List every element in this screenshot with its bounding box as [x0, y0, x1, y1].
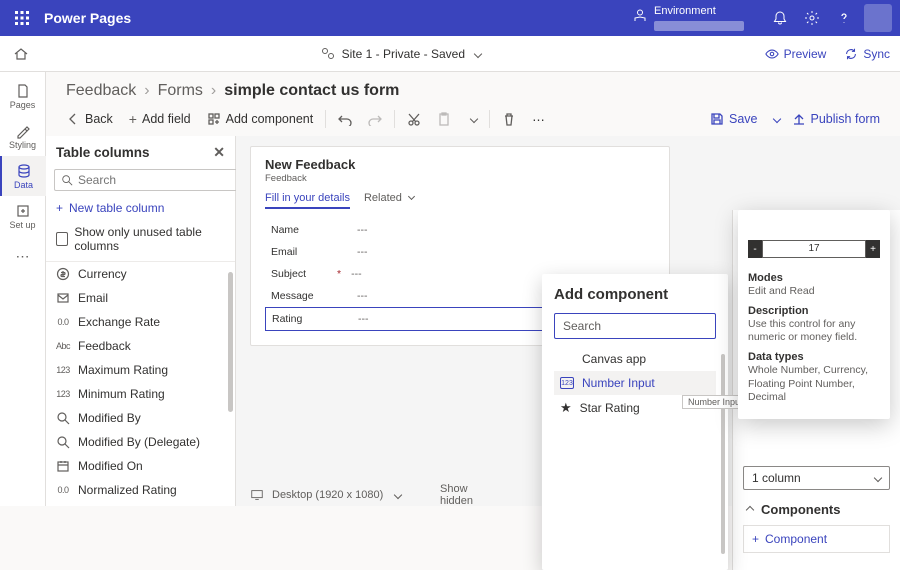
number-input-icon: 123 — [560, 377, 574, 389]
chevron-down-icon[interactable] — [394, 491, 402, 499]
rail-setup[interactable]: Set up — [0, 196, 46, 236]
cut-button[interactable] — [407, 112, 421, 126]
overflow-menu[interactable]: ⋯ — [532, 112, 545, 127]
crumb-feedback[interactable]: Feedback — [66, 82, 136, 100]
environment-picker[interactable]: Environment — [632, 5, 744, 30]
datatypes-value: Whole Number, Currency, Floating Point N… — [748, 364, 880, 405]
checkbox-icon[interactable] — [56, 232, 68, 246]
save-button[interactable]: Save — [710, 112, 758, 126]
paste-menu[interactable] — [467, 116, 477, 122]
chevron-down-icon[interactable] — [474, 49, 482, 57]
star-icon: ★ — [560, 400, 572, 416]
scrollbar[interactable] — [228, 272, 233, 412]
device-icon — [250, 488, 264, 502]
component-search[interactable]: Search — [554, 313, 716, 339]
preview-button[interactable]: Preview — [765, 47, 827, 61]
environment-label: Environment — [654, 5, 744, 18]
publish-button[interactable]: Publish form — [792, 112, 880, 126]
rail-data[interactable]: Data — [0, 156, 46, 196]
description-heading: Description — [748, 305, 880, 317]
rail-pages[interactable]: Pages — [0, 76, 46, 116]
field-email[interactable]: Email--- — [265, 241, 655, 263]
back-button[interactable]: Back — [66, 112, 113, 126]
columns-dropdown[interactable]: 1 column — [743, 466, 890, 490]
columns-search[interactable] — [54, 169, 240, 191]
global-header: Power Pages Environment — [0, 0, 900, 36]
panel-title: Table columns — [56, 145, 150, 160]
undo-button[interactable] — [338, 112, 352, 126]
column-email[interactable]: Email — [46, 286, 235, 310]
editor-toolbar: Back +Add field Add component ⋯ Save Pub… — [46, 106, 900, 136]
breadcrumb: Feedback› Forms› simple contact us form — [46, 72, 900, 106]
decrement-button[interactable]: - — [748, 240, 762, 258]
add-component-flyout: Add component Search Canvas app 123Numbe… — [542, 274, 728, 570]
site-icon — [320, 46, 336, 62]
left-rail: Pages Styling Data Set up ⋯ — [0, 72, 46, 506]
modes-value: Edit and Read — [748, 285, 880, 299]
show-hidden[interactable]: Show hidden — [440, 483, 473, 506]
column-modified-by-delegate-[interactable]: Modified By (Delegate) — [46, 430, 235, 454]
datatypes-heading: Data types — [748, 351, 880, 363]
modes-heading: Modes — [748, 272, 880, 284]
tab-related[interactable]: Related — [364, 192, 414, 209]
rail-styling[interactable]: Styling — [0, 116, 46, 156]
site-bar: Site 1 - Private - Saved Preview Sync — [0, 36, 900, 72]
unused-toggle[interactable]: Show only unused table columns — [46, 221, 235, 262]
field-name[interactable]: Name--- — [265, 219, 655, 241]
close-icon[interactable]: ✕ — [213, 144, 225, 161]
table-columns-panel: Table columns ✕ +New table column Show on… — [46, 136, 236, 506]
column-maximum-rating[interactable]: 123Maximum Rating — [46, 358, 235, 382]
app-title: Power Pages — [44, 10, 131, 26]
number-stepper-preview: - 17 + — [748, 240, 880, 258]
home-icon[interactable] — [6, 39, 36, 69]
rail-more[interactable]: ⋯ — [0, 236, 46, 276]
column-modified-by[interactable]: Modified By — [46, 406, 235, 430]
column-feedback[interactable]: AbcFeedback — [46, 334, 235, 358]
redo-button[interactable] — [368, 112, 382, 126]
comp-canvas-app[interactable]: Canvas app — [554, 347, 716, 371]
notifications-icon[interactable] — [764, 2, 796, 34]
add-field-button[interactable]: +Add field — [129, 112, 191, 126]
column-exchange-rate[interactable]: 0.0Exchange Rate — [46, 310, 235, 334]
description-value: Use this control for any numeric or mone… — [748, 318, 880, 345]
site-name[interactable]: Site 1 - Private - Saved — [342, 47, 465, 61]
app-launcher-icon[interactable] — [8, 4, 36, 32]
components-section[interactable]: Components — [743, 502, 890, 517]
form-entity: Feedback — [265, 173, 655, 184]
columns-search-input[interactable] — [78, 173, 233, 187]
new-table-column[interactable]: +New table column — [46, 195, 235, 221]
device-label[interactable]: Desktop (1920 x 1080) — [272, 489, 383, 501]
column-normalized-rating[interactable]: 0.0Normalized Rating — [46, 478, 235, 502]
increment-button[interactable]: + — [866, 240, 880, 258]
tab-details[interactable]: Fill in your details — [265, 192, 350, 209]
settings-icon[interactable] — [796, 2, 828, 34]
delete-button[interactable] — [502, 112, 516, 126]
column-owner[interactable]: Owner — [46, 502, 235, 506]
crumb-forms[interactable]: Forms — [158, 82, 203, 100]
stepper-value: 17 — [762, 240, 866, 258]
form-title: New Feedback — [265, 157, 655, 172]
paste-button[interactable] — [437, 112, 451, 126]
crumb-current: simple contact us form — [224, 82, 399, 100]
component-info-card: - 17 + Modes Edit and Read Description U… — [738, 210, 890, 419]
comp-number-input[interactable]: 123Number Input — [554, 371, 716, 395]
sync-button[interactable]: Sync — [844, 47, 890, 61]
add-component-link[interactable]: +Component — [743, 525, 890, 553]
add-component-button[interactable]: Add component — [207, 112, 314, 126]
column-currency[interactable]: Currency — [46, 262, 235, 286]
help-icon[interactable] — [828, 2, 860, 34]
column-modified-on[interactable]: Modified On — [46, 454, 235, 478]
flyout-title: Add component — [554, 286, 716, 303]
environment-value — [654, 21, 744, 31]
scrollbar[interactable] — [721, 354, 725, 554]
column-minimum-rating[interactable]: 123Minimum Rating — [46, 382, 235, 406]
save-menu-chevron[interactable] — [772, 115, 780, 123]
user-avatar[interactable] — [864, 4, 892, 32]
